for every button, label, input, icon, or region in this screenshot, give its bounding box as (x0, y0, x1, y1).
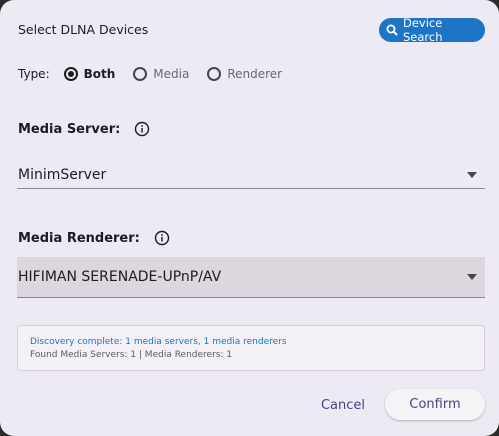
radio-media[interactable]: Media (133, 67, 189, 81)
confirm-button[interactable]: Confirm (385, 389, 485, 420)
radio-both-label: Both (83, 67, 116, 81)
info-icon[interactable] (134, 121, 150, 137)
media-renderer-heading: Media Renderer: (18, 230, 170, 246)
chevron-down-icon (467, 274, 477, 280)
type-label: Type: (18, 67, 50, 81)
radio-button[interactable] (133, 67, 148, 81)
discovery-status-box: Discovery complete: 1 media servers, 1 m… (17, 325, 485, 371)
type-selector: Type: Both Media Renderer (18, 63, 300, 85)
radio-renderer-label: Renderer (227, 67, 283, 81)
radio-renderer[interactable]: Renderer (207, 67, 282, 81)
radio-media-label: Media (153, 67, 190, 81)
radio-button-selected[interactable] (63, 67, 78, 81)
device-search-label: Device Search (403, 16, 443, 44)
discovery-status-message: Discovery complete: 1 media servers, 1 m… (30, 337, 287, 347)
discovery-counts: Found Media Servers: 1 | Media Renderers… (30, 350, 233, 360)
media-server-value: MinimServer (18, 166, 107, 183)
device-search-button[interactable]: Device Search (379, 16, 485, 44)
cancel-button[interactable]: Cancel (310, 391, 376, 419)
dialog-title: Select DLNA Devices (18, 22, 149, 37)
media-server-heading: Media Server: (18, 121, 150, 137)
radio-both[interactable]: Both (63, 67, 116, 81)
search-icon (385, 23, 399, 37)
media-renderer-value: HIFIMAN SERENADE-UPnP/AV (18, 269, 222, 285)
chevron-down-icon (467, 171, 477, 178)
media-server-select[interactable]: MinimServer (17, 161, 485, 189)
radio-button[interactable] (207, 67, 222, 81)
info-icon[interactable] (154, 230, 170, 246)
select-dlna-dialog: Select DLNA Devices Device Search Type: … (0, 0, 499, 436)
media-renderer-select[interactable]: HIFIMAN SERENADE-UPnP/AV (17, 257, 485, 298)
media-server-label: Media Server: (18, 121, 121, 137)
media-renderer-label: Media Renderer: (18, 230, 140, 246)
